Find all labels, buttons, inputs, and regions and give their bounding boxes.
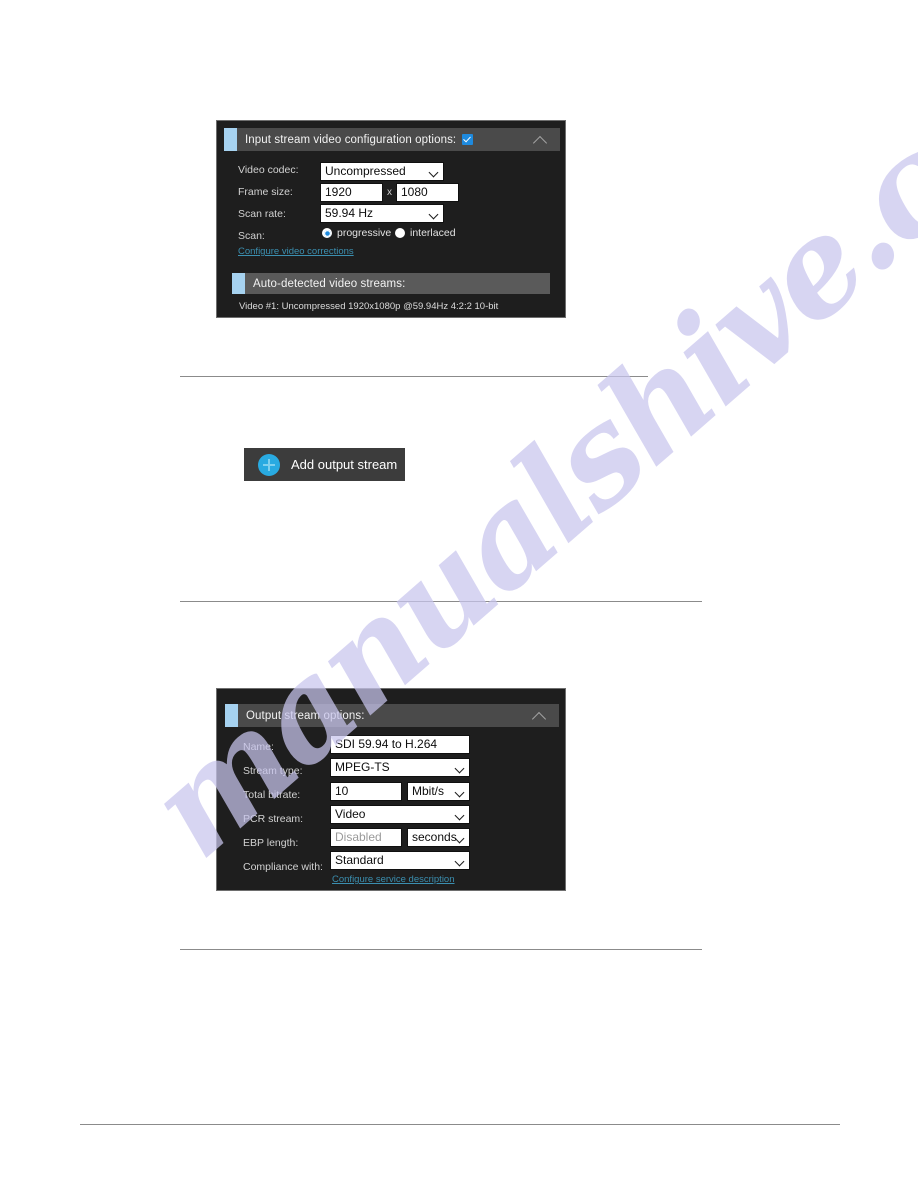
frame-width-input[interactable]: 1920: [320, 183, 383, 202]
chevron-down-icon: [454, 763, 465, 774]
add-output-stream-button[interactable]: Add output stream: [244, 448, 405, 481]
frame-height-value: 1080: [401, 185, 428, 199]
scan-rate-value: 59.94 Hz: [325, 206, 374, 220]
horizontal-rule-2: [180, 601, 702, 602]
compliance-with-value: Standard: [335, 853, 384, 867]
ebp-length-input[interactable]: Disabled: [330, 828, 402, 847]
header-accent-bar: [224, 128, 237, 151]
label-compliance-with: Compliance with:: [243, 860, 323, 873]
label-frame-size: Frame size:: [238, 185, 293, 198]
ebp-length-unit-select[interactable]: seconds: [407, 828, 470, 847]
label-scan: Scan:: [238, 229, 265, 242]
radio-progressive-icon[interactable]: [322, 228, 332, 238]
total-bitrate-value: 10: [335, 784, 349, 798]
chevron-down-icon: [428, 209, 439, 220]
horizontal-rule-1: [180, 376, 648, 377]
frame-size-separator: x: [387, 187, 392, 198]
chevron-down-icon: [428, 167, 439, 178]
auto-detected-video-streams-header[interactable]: Auto-detected video streams:: [232, 273, 550, 294]
input-stream-video-configuration-panel: Input stream video configuration options…: [216, 120, 566, 318]
compliance-with-select[interactable]: Standard: [330, 851, 470, 870]
total-bitrate-unit-select[interactable]: Mbit/s: [407, 782, 470, 801]
detected-stream-item: Video #1: Uncompressed 1920x1080p @59.94…: [239, 301, 499, 312]
label-total-bitrate: Total bitrate:: [243, 788, 301, 801]
plus-circle-icon: [258, 453, 280, 476]
header-accent-bar: [225, 704, 238, 727]
output-panel-title: Output stream options:: [246, 709, 365, 722]
label-name: Name:: [243, 740, 274, 753]
label-ebp-length: EBP length:: [243, 836, 299, 849]
input-panel-enable-checkbox[interactable]: [462, 134, 474, 145]
scan-option-interlaced[interactable]: interlaced: [395, 227, 456, 239]
chevron-up-icon[interactable]: [532, 135, 548, 145]
radio-progressive-label: progressive: [337, 227, 392, 239]
horizontal-rule-3: [180, 949, 702, 950]
chevron-up-icon[interactable]: [531, 711, 547, 721]
video-codec-value: Uncompressed: [325, 164, 406, 178]
add-output-stream-label: Add output stream: [291, 457, 398, 472]
frame-height-input[interactable]: 1080: [396, 183, 459, 202]
input-panel-header[interactable]: Input stream video configuration options…: [224, 128, 560, 151]
total-bitrate-input[interactable]: 10: [330, 782, 402, 801]
scan-option-progressive[interactable]: progressive: [322, 227, 391, 239]
pcr-stream-value: Video: [335, 807, 366, 821]
chevron-down-icon: [454, 810, 465, 821]
label-pcr-stream: PCR stream:: [243, 812, 304, 825]
name-input[interactable]: SDI 59.94 to H.264: [330, 735, 470, 754]
input-panel-form: Video codec: Uncompressed Frame size: 19…: [217, 151, 565, 312]
label-scan-rate: Scan rate:: [238, 207, 286, 220]
output-panel-form: Name: SDI 59.94 to H.264 Stream type: MP…: [217, 727, 565, 885]
configure-video-corrections-link[interactable]: Configure video corrections: [238, 246, 354, 257]
total-bitrate-unit-value: Mbit/s: [412, 784, 445, 798]
stream-type-select[interactable]: MPEG-TS: [330, 758, 470, 777]
output-stream-options-panel: Output stream options: Name: SDI 59.94 t…: [216, 688, 566, 891]
frame-width-value: 1920: [325, 185, 352, 199]
chevron-down-icon: [454, 787, 465, 798]
video-codec-select[interactable]: Uncompressed: [320, 162, 444, 181]
label-stream-type: Stream type:: [243, 764, 303, 777]
ebp-length-placeholder: Disabled: [335, 830, 382, 844]
stream-type-value: MPEG-TS: [335, 760, 390, 774]
horizontal-rule-footer: [80, 1124, 840, 1125]
input-panel-title: Input stream video configuration options…: [245, 133, 457, 146]
output-panel-header[interactable]: Output stream options:: [225, 704, 559, 727]
auto-detected-title: Auto-detected video streams:: [253, 277, 406, 290]
scan-rate-select[interactable]: 59.94 Hz: [320, 204, 444, 223]
ebp-length-unit-value: seconds: [412, 830, 457, 844]
radio-interlaced-label: interlaced: [410, 227, 456, 239]
radio-interlaced-icon[interactable]: [395, 228, 405, 238]
configure-service-description-link[interactable]: Configure service description: [332, 874, 455, 885]
name-value: SDI 59.94 to H.264: [335, 737, 438, 751]
pcr-stream-select[interactable]: Video: [330, 805, 470, 824]
subheader-accent-bar: [232, 273, 245, 294]
label-video-codec: Video codec:: [238, 163, 299, 176]
chevron-down-icon: [454, 856, 465, 867]
